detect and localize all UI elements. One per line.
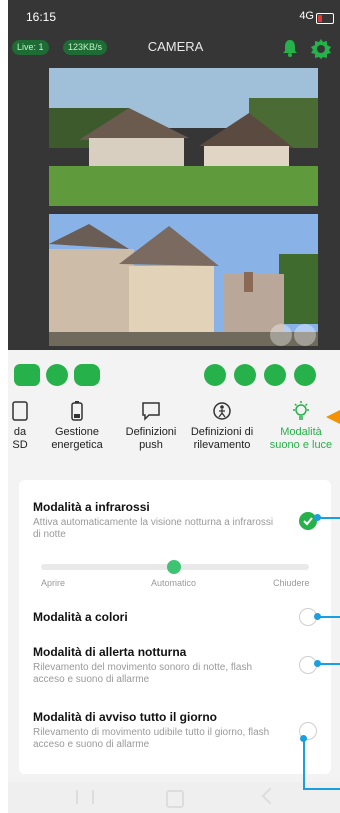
slider-label-auto: Automatico xyxy=(151,578,197,588)
tab-sound-light[interactable]: Modalità suono e luce xyxy=(264,398,338,452)
talk-button[interactable] xyxy=(264,364,286,386)
infrared-title: Modalità a infrarossi xyxy=(33,500,150,514)
tab-label: Modalità suono e luce xyxy=(269,426,333,451)
sd-status-icon xyxy=(46,364,68,386)
play-button[interactable] xyxy=(234,364,256,386)
bell-icon[interactable] xyxy=(280,38,300,58)
infrared-description: Attiva automaticamente la visione nottur… xyxy=(33,517,274,540)
chat-status-icon xyxy=(74,364,100,386)
callout-line xyxy=(318,663,340,665)
callout-line xyxy=(318,517,340,519)
network-indicator: 4G xyxy=(299,10,314,22)
snapshot-button[interactable] xyxy=(204,364,226,386)
all-day-alert-description: Rilevamento di movimento udibile tutto i… xyxy=(33,727,270,750)
settings-card: Modalità a infrarossi Attiva automaticam… xyxy=(19,480,331,774)
night-alert-title: Modalità di allerta notturna xyxy=(33,645,187,659)
page-title: CAMERA xyxy=(147,39,204,54)
color-mode-title: Modalità a colori xyxy=(33,610,128,624)
slider-label-close: Chiudere xyxy=(273,578,310,588)
bitrate-badge: 123KB/s xyxy=(63,40,108,55)
phone-screen: 16:15 4G Live: 1 123KB/s CAMERA da SD Ge… xyxy=(8,0,340,813)
callout-line xyxy=(318,616,340,618)
system-nav-bar xyxy=(8,782,340,813)
status-bar: 16:15 4G xyxy=(8,10,340,28)
fullscreen-icon[interactable] xyxy=(294,324,316,346)
infrared-slider-knob[interactable] xyxy=(167,560,181,574)
slider-label-open: Aprire xyxy=(41,578,66,588)
camera-header: 16:15 4G Live: 1 123KB/s CAMERA xyxy=(8,0,340,350)
callout-line xyxy=(303,738,305,790)
feature-tabs: da SD Gestione energetica Definizioni pu… xyxy=(8,398,340,468)
message-icon xyxy=(142,402,160,421)
tab-sd[interactable]: da SD xyxy=(8,398,32,452)
tab-label: Definizioni di rilevamento xyxy=(190,426,254,451)
battery-icon xyxy=(316,13,334,24)
tab-label: da SD xyxy=(12,426,28,451)
battery-status-icon xyxy=(14,364,40,386)
tab-label: Gestione energetica xyxy=(51,426,103,451)
tab-label: Definizioni push xyxy=(125,426,177,451)
app-bar: Live: 1 123KB/s CAMERA xyxy=(8,36,340,60)
night-alert-description: Rilevamento del movimento sonoro di nott… xyxy=(33,662,253,685)
all-day-alert-title: Modalità di avviso tutto il giorno xyxy=(33,710,218,724)
control-toolbar xyxy=(8,358,340,394)
more-button[interactable] xyxy=(294,364,316,386)
recent-apps-icon[interactable] xyxy=(76,790,94,804)
motion-icon xyxy=(213,402,231,420)
speaker-icon[interactable] xyxy=(270,324,292,346)
tab-power[interactable]: Gestione energetica xyxy=(42,398,112,452)
back-icon[interactable] xyxy=(261,787,279,805)
arrow-pointer-icon xyxy=(326,410,340,424)
tab-detection[interactable]: Definizioni di rilevamento xyxy=(186,398,258,452)
gear-icon[interactable] xyxy=(310,38,332,60)
camera-feed-1[interactable] xyxy=(49,68,318,206)
live-badge: Live: 1 xyxy=(12,40,49,55)
clock: 16:15 xyxy=(26,10,57,24)
sd-card-icon xyxy=(12,401,28,421)
light-bulb-icon xyxy=(293,401,309,420)
battery-icon xyxy=(71,401,83,421)
home-icon[interactable] xyxy=(166,790,184,808)
callout-line xyxy=(303,788,340,790)
tab-push[interactable]: Definizioni push xyxy=(122,398,180,452)
